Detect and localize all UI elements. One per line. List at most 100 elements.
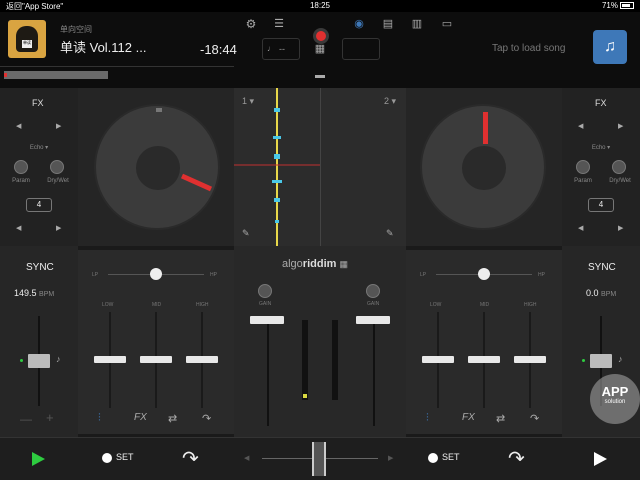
sampler-view-icon[interactable]: ▥	[410, 17, 424, 30]
settings-gear-icon[interactable]: ⚙	[244, 17, 258, 31]
music-library-button[interactable]: ♫	[593, 30, 627, 64]
display-view-icon[interactable]: ▭	[440, 17, 454, 30]
waveform-peak	[272, 180, 282, 183]
waveform-view-icon[interactable]: ▤	[381, 17, 395, 30]
deck-a-turntable[interactable]	[94, 104, 220, 230]
deck-b-fx-toggle-icon[interactable]: FX	[462, 412, 475, 423]
deck-a-loop-size[interactable]: 4	[26, 198, 52, 212]
waveform-peak	[275, 220, 279, 223]
deck-a-fx-label[interactable]: FX	[32, 98, 44, 108]
deck-b-loop-next-arrow[interactable]: ▶	[618, 224, 623, 232]
deck-a-fx-effect[interactable]: Echo ▾	[24, 144, 54, 151]
deck-a-filter-knob[interactable]	[150, 268, 162, 280]
deck-a-loop-next-arrow[interactable]: ▶	[56, 224, 61, 232]
deck-b-fx-prev-arrow[interactable]: ◀	[578, 122, 583, 130]
crossfader-right-arrow[interactable]: ▶	[388, 454, 393, 462]
deck-b-tap-to-load[interactable]: Tap to load song	[492, 43, 565, 54]
deck-a-mini-waveform[interactable]	[4, 68, 108, 82]
deck-a-vu-meter	[302, 320, 308, 400]
deck-b-filter-knob[interactable]	[478, 268, 490, 280]
deck-a-sync-button[interactable]: SYNC	[26, 262, 54, 273]
deck-b-turntable[interactable]	[420, 104, 546, 230]
deck-a-volume-track	[267, 316, 269, 426]
center-mixer: algoriddim ▦ GAIN GAIN	[234, 246, 406, 437]
record-button[interactable]	[313, 28, 329, 44]
deck-b-volume-track	[373, 316, 375, 426]
deck-a-redo-icon[interactable]: ↷	[202, 412, 211, 425]
deck-a-pitch-minus[interactable]: —	[20, 412, 32, 426]
deck-b-pitch-indicator	[582, 359, 585, 362]
deck-b-play-button[interactable]	[594, 452, 607, 466]
deck-b-param-knob[interactable]	[576, 160, 590, 174]
deck-a-fx-toggle-icon[interactable]: FX	[134, 412, 147, 423]
deck-a-volume-fader[interactable]	[250, 316, 284, 324]
deck-b-fx-next-arrow[interactable]: ▶	[618, 122, 623, 130]
deck-a-fx-prev-arrow[interactable]: ◀	[16, 122, 21, 130]
deck-a-set-cue-button[interactable]: SET	[102, 452, 134, 463]
crossfader-handle[interactable]	[312, 442, 326, 476]
deck-a-keylock-icon[interactable]: ♪	[56, 354, 61, 364]
deck-a-title[interactable]: 单读 Vol.112 ...	[60, 37, 146, 56]
battery-icon	[620, 2, 634, 10]
deck-b-edit-pencil-icon[interactable]: ✎	[386, 228, 394, 239]
deck-b-sync-button[interactable]: SYNC	[588, 262, 616, 273]
deck-a-album-cover[interactable]: 单读	[8, 20, 46, 58]
deck-a-param-knob[interactable]	[14, 160, 28, 174]
deck-b-drywet-knob[interactable]	[612, 160, 626, 174]
deck-a-artist: 单向空间	[60, 25, 92, 34]
deck-b-pitch-fader[interactable]	[590, 354, 612, 368]
deck-a-eq-mid-label: MID	[152, 302, 162, 308]
deck-b-gain-knob[interactable]	[366, 284, 380, 298]
crossfader-left-arrow[interactable]: ◀	[244, 454, 249, 462]
deck-b-loop-size[interactable]: 4	[588, 198, 614, 212]
deck-a-fx-panel: FX ◀ ▶ Echo ▾ Param Dry/Wet 4 ◀ ▶	[0, 88, 78, 246]
deck-a-sync-jump-icon[interactable]: ↷	[182, 446, 199, 471]
deck-b-set-cue-button[interactable]: SET	[428, 452, 460, 463]
deck-a-pitch-indicator	[20, 359, 23, 362]
deck-a-eq-icon[interactable]: ⫶	[98, 412, 101, 425]
waveform-display[interactable]: 1 ▾ 2 ▾ ✎ ✎	[234, 88, 406, 246]
deck-a-edit-pencil-icon[interactable]: ✎	[242, 228, 250, 239]
deck-a-overview-divider	[0, 66, 234, 67]
deck-b-eq-low-fader[interactable]	[422, 356, 454, 363]
deck-a-remaining-time: -18:44	[200, 42, 237, 57]
deck-a-gain-knob[interactable]	[258, 284, 272, 298]
deck-b-eq-high-fader[interactable]	[514, 356, 546, 363]
waveform-peak	[274, 198, 280, 202]
deck-b-sync-jump-icon[interactable]: ↷	[508, 446, 525, 471]
deck-a-eq-low-fader[interactable]	[94, 356, 126, 363]
deck-b-bpm: 0.0 BPM	[586, 288, 616, 298]
deck-a-drywet-knob[interactable]	[50, 160, 64, 174]
deck-a-fx-effect-name: Echo	[29, 145, 44, 151]
deck-a-set-label: SET	[116, 452, 134, 462]
deck-b-pitch-box[interactable]	[342, 38, 380, 60]
deck-a-play-button[interactable]	[32, 452, 45, 466]
deck-b-eq-panel: LP HP LOW MID HIGH ⫶ FX ⇄ ↷	[406, 250, 562, 434]
cover-art-tag: 单读	[22, 40, 32, 48]
keyboard-icon[interactable]: ▬	[313, 70, 327, 81]
deck-b-fx-effect[interactable]: Echo ▾	[586, 144, 616, 151]
deck-a-pitch-box[interactable]: ♩ --	[262, 38, 300, 60]
turntable-view-icon[interactable]: ◉	[352, 17, 366, 30]
deck-b-volume-fader[interactable]	[356, 316, 390, 324]
deck-b-loop-prev-arrow[interactable]: ◀	[578, 224, 583, 232]
music-note-icon: ♫	[604, 38, 616, 55]
deck-b-eq-mid-fader[interactable]	[468, 356, 500, 363]
deck-a-eq-panel: LP HP LOW MID HIGH ⫶ FX ⇄ ↷	[78, 250, 234, 434]
deck-a-eq-mid-fader[interactable]	[140, 356, 172, 363]
deck-a-loop-prev-arrow[interactable]: ◀	[16, 224, 21, 232]
deck-a-pitch-fader[interactable]	[28, 354, 50, 368]
deck-b-keylock-icon[interactable]: ♪	[618, 354, 623, 364]
deck-a-pitch-plus[interactable]: +	[46, 410, 54, 425]
deck-b-loop-icon[interactable]: ⇄	[496, 412, 505, 425]
deck-a-eq-high-fader[interactable]	[186, 356, 218, 363]
deck-a-cue-dot-icon	[102, 452, 112, 463]
deck-b-eq-icon[interactable]: ⫶	[426, 412, 429, 425]
deck-a-eq-sliders-icon[interactable]: ☰	[272, 17, 286, 30]
deck-b-redo-icon[interactable]: ↷	[530, 412, 539, 425]
deck-a-fx-next-arrow[interactable]: ▶	[56, 122, 61, 130]
deck-a-loop-icon[interactable]: ⇄	[168, 412, 177, 425]
battery-indicator: 71%	[602, 1, 634, 10]
deck-a-bpm-value: 149.5	[14, 288, 37, 298]
deck-b-fx-label[interactable]: FX	[595, 98, 607, 108]
